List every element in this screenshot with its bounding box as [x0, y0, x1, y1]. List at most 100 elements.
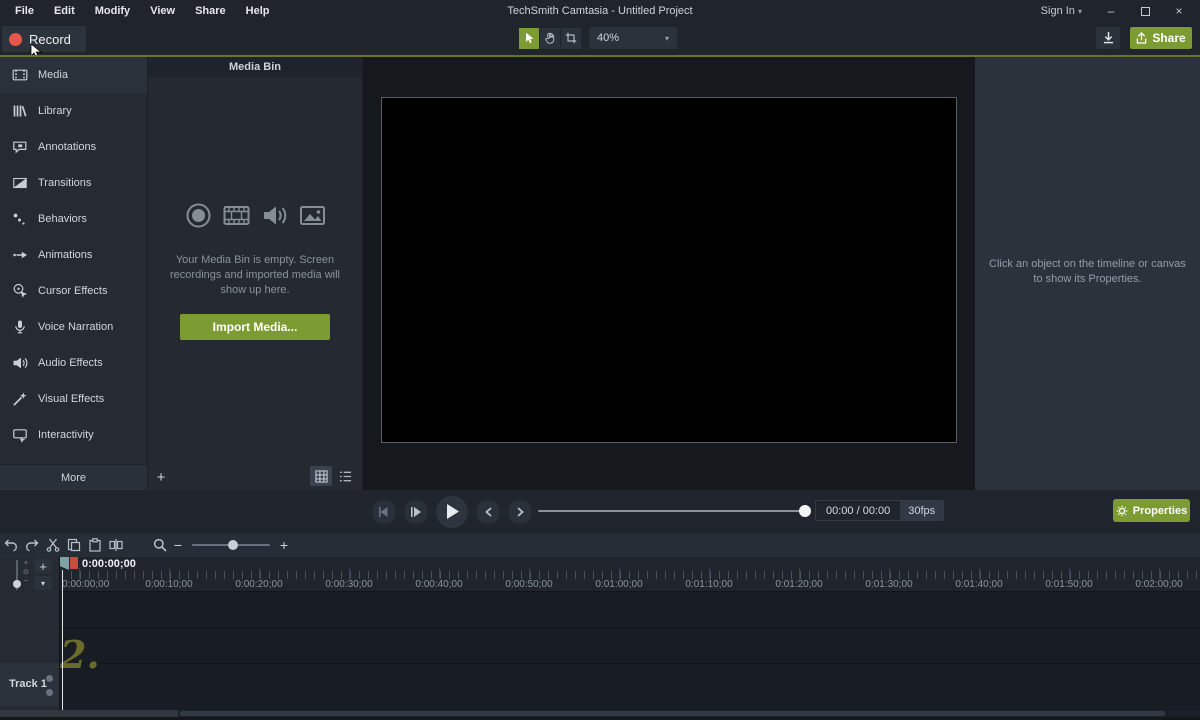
sidebar-item-cursor-effects[interactable]: Cursor Effects: [0, 273, 147, 309]
sidebar-item-visual-effects[interactable]: Visual Effects: [0, 381, 147, 417]
split-button[interactable]: [106, 535, 126, 555]
timeline-zoom-in-button[interactable]: +: [276, 537, 292, 553]
next-clip-button[interactable]: [508, 500, 532, 524]
canvas-stage[interactable]: [363, 57, 975, 490]
menu-view[interactable]: View: [141, 2, 184, 20]
paste-button[interactable]: [85, 535, 105, 555]
timeline-zoom-knob[interactable]: [228, 540, 238, 550]
gear-icon: [1116, 505, 1128, 517]
add-track-button[interactable]: +: [34, 559, 52, 573]
playback-progress-slider[interactable]: [538, 510, 805, 512]
minimize-button[interactable]: –: [1096, 2, 1126, 20]
import-media-button[interactable]: Import Media...: [180, 314, 330, 340]
playhead-line[interactable]: [62, 570, 63, 710]
step-forward-button[interactable]: [404, 500, 428, 524]
hscroll-thumb[interactable]: [180, 711, 1165, 716]
media-icon: [12, 67, 28, 83]
lane-divider: [60, 627, 1200, 628]
chevron-down-icon: ▾: [665, 34, 669, 43]
crop-tool-button[interactable]: [561, 28, 581, 49]
close-button[interactable]: ×: [1164, 2, 1194, 20]
restore-button[interactable]: [1130, 2, 1160, 20]
timeline-zoom-out-button[interactable]: −: [170, 537, 186, 553]
prev-clip-button[interactable]: [476, 500, 500, 524]
sidebar-item-media[interactable]: Media: [0, 57, 147, 93]
properties-panel: Click an object on the timeline or canva…: [975, 57, 1200, 490]
timeline-hscrollbar[interactable]: [0, 710, 1200, 717]
playhead-in-flag[interactable]: [60, 557, 69, 570]
fps-badge: 30fps: [900, 501, 943, 520]
menu-share[interactable]: Share: [186, 2, 235, 20]
copy-button[interactable]: [64, 535, 84, 555]
time-display: 00:00 / 00:00: [816, 505, 900, 517]
sidebar-item-transitions[interactable]: Transitions: [0, 165, 147, 201]
redo-button[interactable]: [22, 535, 42, 555]
sidebar-item-library[interactable]: Library: [0, 93, 147, 129]
sidebar-item-audio-effects[interactable]: Audio Effects: [0, 345, 147, 381]
sidebar-item-behaviors[interactable]: Behaviors: [0, 201, 147, 237]
sidebar-item-label: Animations: [38, 249, 92, 261]
speaker-icon: [261, 202, 288, 229]
chevron-right-icon: [517, 507, 524, 517]
timeline[interactable]: 0:00:00;000:00:10;000:00:20;000:00:30;00…: [0, 557, 1200, 710]
sidebar-item-interactivity[interactable]: Interactivity: [0, 417, 147, 453]
select-tool-button[interactable]: [519, 28, 539, 49]
track-1-header[interactable]: Track 1: [0, 663, 59, 706]
properties-button[interactable]: Properties: [1113, 499, 1190, 522]
share-button[interactable]: Share: [1130, 27, 1192, 49]
sidebar-item-animations[interactable]: Animations: [0, 237, 147, 273]
annotations-icon: [12, 139, 28, 155]
menu-edit[interactable]: Edit: [45, 2, 84, 20]
list-view-button[interactable]: [334, 466, 356, 486]
prev-frame-button[interactable]: [372, 500, 396, 524]
cut-button[interactable]: [43, 535, 63, 555]
grid-view-icon: [315, 470, 328, 483]
menu-help[interactable]: Help: [237, 2, 279, 20]
sidebar-more-button[interactable]: More: [0, 464, 147, 490]
collapse-tracks-button[interactable]: ▾: [34, 576, 52, 590]
media-bin-title: Media Bin: [148, 57, 362, 77]
ruler-timestamp: 0:00:20;00: [235, 579, 282, 590]
timeline-zoom-slider[interactable]: [192, 544, 270, 546]
media-bin-panel: Media Bin Your Media Bin is empty. Scree…: [148, 57, 363, 490]
ruler-timestamp: 0:01:20;00: [775, 579, 822, 590]
playback-slider-knob[interactable]: [799, 505, 811, 517]
ruler-timestamp: 0:01:10;00: [685, 579, 732, 590]
magnifier-icon: [153, 538, 167, 552]
grid-view-button[interactable]: [310, 466, 332, 486]
timeline-toolbar: − +: [0, 533, 1200, 557]
timeline-zoom-button[interactable]: [150, 535, 170, 555]
track-height-slider[interactable]: [16, 560, 18, 590]
title-bar: FileEditModifyViewShareHelp TechSmith Ca…: [0, 0, 1200, 55]
ruler-timestamp: 0:00:40;00: [415, 579, 462, 590]
undo-icon: [4, 538, 18, 552]
copy-icon: [67, 538, 81, 552]
playhead[interactable]: [60, 557, 78, 571]
video-canvas[interactable]: [381, 97, 957, 443]
chevron-left-icon: [485, 507, 492, 517]
track-height-knob[interactable]: [13, 580, 21, 588]
export-local-button[interactable]: [1096, 27, 1120, 49]
pan-tool-button[interactable]: [540, 28, 560, 49]
playhead-out-flag[interactable]: [70, 557, 78, 569]
menu-modify[interactable]: Modify: [86, 2, 139, 20]
audio-effects-icon: [12, 355, 28, 371]
ruler-timestamp: 0:01:40;00: [955, 579, 1002, 590]
track-lock-icon[interactable]: [46, 689, 53, 696]
sidebar-item-label: Audio Effects: [38, 357, 103, 369]
ruler-timestamp: 0:00:10;00: [145, 579, 192, 590]
canvas-zoom-dropdown[interactable]: 40% ▾: [589, 27, 677, 49]
play-button[interactable]: [436, 496, 468, 528]
undo-button[interactable]: [1, 535, 21, 555]
sidebar-item-label: Cursor Effects: [38, 285, 108, 297]
track-visibility-icon[interactable]: [46, 675, 53, 682]
menu-file[interactable]: File: [6, 2, 43, 20]
sidebar-item-label: Annotations: [38, 141, 96, 153]
sidebar-item-label: Interactivity: [38, 429, 94, 441]
sidebar-item-voice-narration[interactable]: Voice Narration: [0, 309, 147, 345]
sidebar-item-annotations[interactable]: Annotations: [0, 129, 147, 165]
record-button[interactable]: Record: [2, 26, 86, 52]
behaviors-icon: [12, 211, 28, 227]
sign-in-button[interactable]: Sign In ▾: [1031, 5, 1092, 17]
animations-icon: [12, 247, 28, 263]
